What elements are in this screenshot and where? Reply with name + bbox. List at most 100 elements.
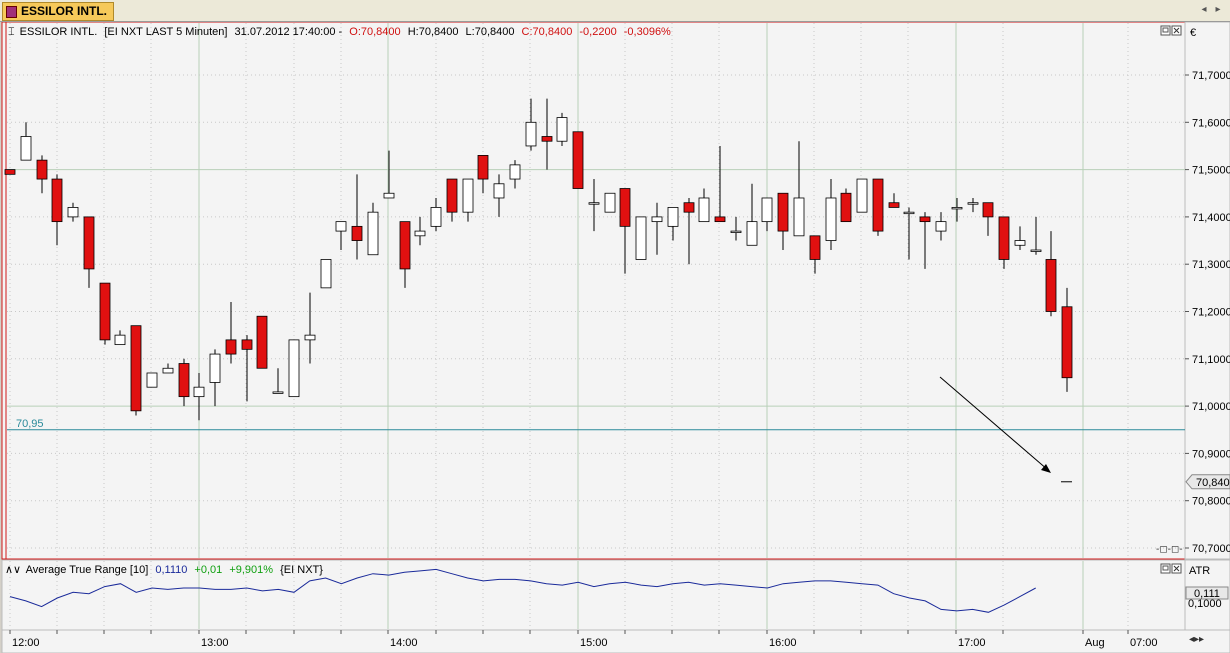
price-pane-close-icon[interactable] xyxy=(1171,25,1182,36)
candle-body xyxy=(951,207,963,210)
atr-change-pct: +9,901% xyxy=(229,564,273,576)
candle xyxy=(856,178,868,213)
candle-body xyxy=(1014,240,1026,246)
candle-body xyxy=(114,334,126,346)
y-tick-label: 71,2000 xyxy=(1192,307,1230,319)
candle-body xyxy=(1061,306,1073,379)
header-datetime: 31.07.2012 17:40:00 xyxy=(235,26,336,38)
y-tick-label: 71,5000 xyxy=(1192,165,1230,177)
candle-body xyxy=(872,178,884,232)
candle-body xyxy=(36,159,48,180)
candle-body xyxy=(777,192,789,232)
y-tick-label: 71,1000 xyxy=(1192,354,1230,366)
candle-body xyxy=(588,202,600,205)
x-tick-label: 12:00 xyxy=(12,637,40,649)
tab-essilor[interactable]: ESSILOR INTL. xyxy=(2,2,115,21)
header-close: C:70,8400 xyxy=(522,26,573,38)
candle-body xyxy=(462,178,474,213)
candle-body xyxy=(509,164,521,180)
chart-area[interactable]: 71,7000 71,6000 71,5000 71,4000 71,3000 71,20… xyxy=(0,22,1230,653)
candle-body xyxy=(619,188,631,227)
candle-body xyxy=(146,372,158,388)
candle-body xyxy=(761,197,773,223)
candle xyxy=(635,216,647,260)
candle-body xyxy=(746,221,758,246)
candle-body xyxy=(919,216,931,223)
candle-body xyxy=(225,339,237,355)
candle-body xyxy=(651,216,663,223)
scale-handle-icon[interactable]: -◻-◻- xyxy=(1156,544,1183,555)
time-scale-handle-icon[interactable]: ◂▸▸ xyxy=(1189,634,1204,645)
candle-body xyxy=(241,339,253,350)
candle-body xyxy=(83,216,95,270)
atr-header: ∧∨ Average True Range [10] 0,1110 +0,01 … xyxy=(5,564,323,576)
x-tick-label: 15:00 xyxy=(580,637,608,649)
candle-body xyxy=(399,221,411,270)
candle-body xyxy=(998,216,1010,260)
candle xyxy=(256,315,268,369)
atr-label: Average True Range [10] xyxy=(26,564,149,576)
candle-body xyxy=(856,178,868,213)
candle-body xyxy=(4,169,16,175)
header-change-pct: -0,3096% xyxy=(624,26,671,38)
header-change: -0,2200 xyxy=(579,26,616,38)
y-tick-label: 71,6000 xyxy=(1192,117,1230,129)
y-tick-label: 70,8000 xyxy=(1192,496,1230,508)
candle xyxy=(320,259,332,289)
candle xyxy=(840,188,852,223)
tab-label: ESSILOR INTL. xyxy=(21,4,108,18)
candle-body xyxy=(525,121,537,147)
candle-body xyxy=(288,339,300,398)
candle-body xyxy=(604,192,616,213)
candle-body xyxy=(367,211,379,256)
candle-body xyxy=(1045,259,1057,312)
price-pane-restore-icon[interactable] xyxy=(1160,25,1171,36)
x-tick-label: 07:00 xyxy=(1130,637,1158,649)
svg-text:70,840: 70,840 xyxy=(1196,477,1230,489)
scroll-right-icon[interactable]: ▸ xyxy=(1212,4,1224,16)
x-tick-label: 14:00 xyxy=(390,637,418,649)
candle-body xyxy=(304,334,316,341)
candle-body xyxy=(320,259,332,289)
candle-body xyxy=(683,202,695,213)
candle-body xyxy=(162,367,174,374)
y-tick-label: 71,4000 xyxy=(1192,212,1230,224)
candle-body xyxy=(178,363,190,398)
tab-bar: ESSILOR INTL. ◂ ▸ xyxy=(0,0,1230,22)
time-axis xyxy=(1,629,1230,653)
header-low: L:70,8400 xyxy=(466,26,515,38)
candle-body xyxy=(714,216,726,223)
candle xyxy=(604,192,616,213)
candle xyxy=(572,131,584,189)
candle-body xyxy=(383,192,395,199)
candle-body xyxy=(67,207,79,218)
x-tick-label: 17:00 xyxy=(958,637,986,649)
atr-pane-close-icon[interactable] xyxy=(1171,563,1182,574)
candle xyxy=(872,178,884,236)
x-tick-label: Aug xyxy=(1085,637,1105,649)
atr-pane-restore-icon[interactable] xyxy=(1160,563,1171,574)
candle-body xyxy=(51,178,63,223)
candle-body xyxy=(635,216,647,260)
candle-body xyxy=(351,225,363,241)
candle-body xyxy=(541,136,553,142)
candle xyxy=(556,112,568,146)
candle xyxy=(288,339,300,398)
candle-body xyxy=(667,207,679,227)
y-tick-label: 70,9000 xyxy=(1192,448,1230,460)
candle-body xyxy=(430,207,442,227)
candle-body xyxy=(20,136,32,161)
atr-change: +0,01 xyxy=(194,564,222,576)
scroll-left-icon[interactable]: ◂ xyxy=(1198,4,1210,16)
candlestick-icon: ⌶ xyxy=(8,26,15,38)
candle-body xyxy=(477,155,489,180)
candle-body xyxy=(414,230,426,237)
atr-axis-tick: 0,1000 xyxy=(1188,598,1222,610)
candle-body xyxy=(809,235,821,260)
candle xyxy=(99,282,111,345)
price-pane[interactable] xyxy=(1,22,1186,560)
x-tick-label: 16:00 xyxy=(769,637,797,649)
candle-body xyxy=(193,386,205,398)
hline-label: 70,95 xyxy=(16,418,44,430)
candle xyxy=(4,169,16,175)
